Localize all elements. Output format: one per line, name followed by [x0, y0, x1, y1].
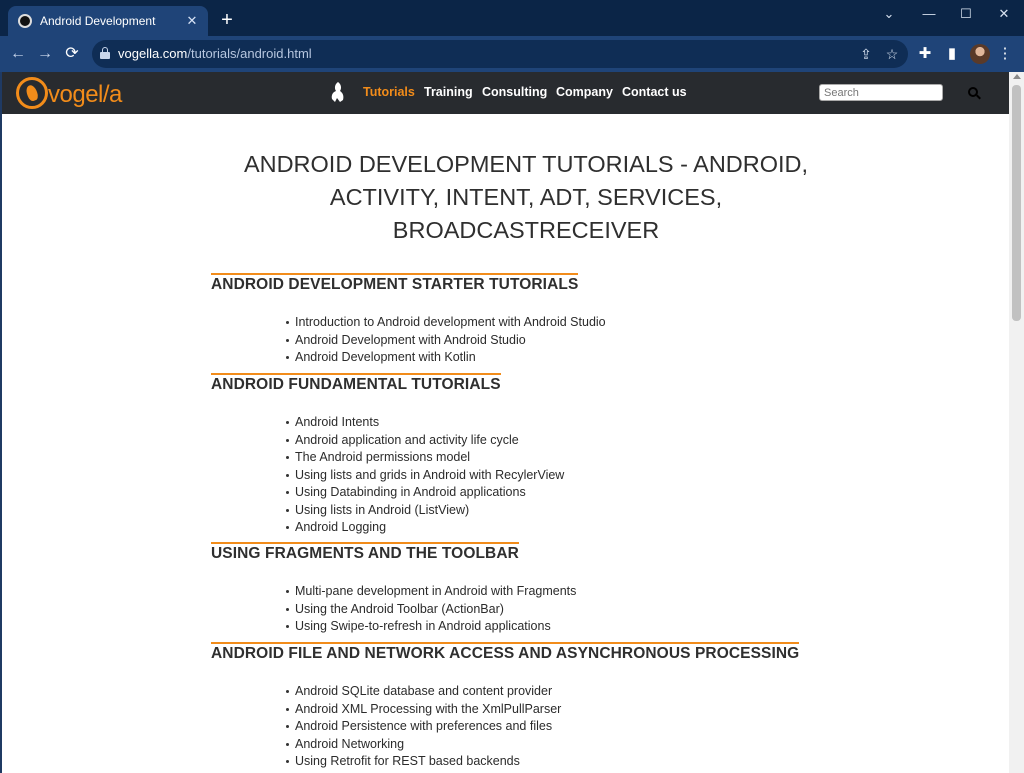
section-title: ANDROID FILE AND NETWORK ACCESS AND ASYN…	[211, 642, 800, 663]
minimize-button[interactable]: —	[909, 0, 949, 28]
tutorial-link[interactable]: Android Development with Kotlin	[295, 350, 476, 364]
side-panel-icon[interactable]: ▮	[942, 44, 962, 64]
list-item: Using Databinding in Android application…	[286, 484, 564, 502]
forward-button[interactable]: →	[35, 44, 55, 64]
list-item: Using Retrofit for REST based backends	[286, 753, 799, 771]
browser-toolbar: ← → ⟳ vogella.com/tutorials/android.html…	[0, 36, 1024, 72]
section-title: ANDROID DEVELOPMENT STARTER TUTORIALS	[211, 273, 579, 294]
tutorial-link[interactable]: Android Intents	[295, 415, 379, 429]
new-tab-button[interactable]: +	[216, 9, 238, 31]
nav-training[interactable]: Training	[424, 85, 473, 99]
extensions-icon[interactable]: ✚	[915, 44, 935, 64]
list-item: Android Persistence with preferences and…	[286, 718, 799, 736]
tutorial-link[interactable]: Android Persistence with preferences and…	[295, 719, 552, 733]
list-item: Android XML Processing with the XmlPullP…	[286, 701, 799, 719]
url-text: vogella.com/tutorials/android.html	[118, 46, 312, 61]
nav-tutorials[interactable]: Tutorials	[363, 85, 415, 99]
tutorial-link[interactable]: The Android permissions model	[295, 450, 470, 464]
section-title: ANDROID FUNDAMENTAL TUTORIALS	[211, 373, 501, 394]
tutorial-link[interactable]: Multi-pane development in Android with F…	[295, 584, 576, 598]
search-icon[interactable]	[968, 87, 982, 101]
tutorial-link[interactable]: Android Logging	[295, 520, 386, 534]
page-viewport: vogel/a Tutorials Training Consulting Co…	[2, 72, 1009, 773]
tutorial-link[interactable]: Android Networking	[295, 737, 404, 751]
list-item: Android Intents	[286, 414, 564, 432]
nav-consulting[interactable]: Consulting	[482, 85, 547, 99]
bookmark-star-icon[interactable]: ☆	[883, 45, 901, 63]
section-fundamental: ANDROID FUNDAMENTAL TUTORIALS Android In…	[211, 373, 564, 537]
reload-button[interactable]: ⟳	[62, 44, 82, 64]
list-item: Multi-pane development in Android with F…	[286, 583, 576, 601]
nav-company[interactable]: Company	[556, 85, 613, 99]
tab-strip: Android Development ✕ + ⌄ — ☐ ✕	[0, 0, 1024, 36]
lock-icon[interactable]	[100, 47, 110, 59]
tutorial-list: Android SQLite database and content prov…	[286, 683, 799, 771]
list-item: Android application and activity life cy…	[286, 432, 564, 450]
page-title: ANDROID DEVELOPMENT TUTORIALS - ANDROID,…	[243, 151, 809, 243]
tutorial-link[interactable]: Using lists and grids in Android with Re…	[295, 468, 564, 482]
vogella-logo-mark-icon	[16, 77, 48, 109]
section-starter: ANDROID DEVELOPMENT STARTER TUTORIALS In…	[211, 273, 606, 367]
tutorial-link[interactable]: Android XML Processing with the XmlPullP…	[295, 702, 561, 716]
tutorial-list: Android Intents Android application and …	[286, 414, 564, 537]
tutorial-list: Introduction to Android development with…	[286, 314, 606, 367]
site-search-input[interactable]	[819, 84, 943, 101]
list-item: Android Development with Kotlin	[286, 349, 606, 367]
list-item: Using lists in Android (ListView)	[286, 502, 564, 520]
tab-close-icon[interactable]: ✕	[184, 13, 200, 29]
tutorial-link[interactable]: Android Development with Android Studio	[295, 333, 526, 347]
browser-menu-icon[interactable]: ⋮	[995, 44, 1015, 64]
list-item: Using lists and grids in Android with Re…	[286, 467, 564, 485]
url-path: /tutorials/android.html	[187, 46, 312, 61]
section-title: USING FRAGMENTS AND THE TOOLBAR	[211, 542, 519, 563]
address-bar[interactable]: vogella.com/tutorials/android.html ⇪ ☆	[92, 40, 908, 68]
list-item: Android Networking	[286, 736, 799, 754]
list-item: Using Swipe-to-refresh in Android applic…	[286, 618, 576, 636]
profile-avatar[interactable]	[970, 44, 990, 64]
tutorial-link[interactable]: Using the Android Toolbar (ActionBar)	[295, 602, 504, 616]
close-window-button[interactable]: ✕	[984, 0, 1024, 28]
section-file-network: ANDROID FILE AND NETWORK ACCESS AND ASYN…	[211, 642, 800, 771]
tutorial-link[interactable]: Android SQLite database and content prov…	[295, 684, 552, 698]
list-item: Android Development with Android Studio	[286, 332, 606, 350]
tab-title: Android Development	[40, 14, 156, 28]
nav-contact-us[interactable]: Contact us	[622, 85, 687, 99]
tutorial-link[interactable]: Using lists in Android (ListView)	[295, 503, 469, 517]
maximize-button[interactable]: ☐	[946, 0, 986, 28]
tutorial-link[interactable]: Android application and activity life cy…	[295, 433, 519, 447]
tab-search-icon[interactable]: ⌄	[869, 0, 909, 28]
tutorial-link[interactable]: Using Swipe-to-refresh in Android applic…	[295, 619, 551, 633]
scroll-up-arrow-icon[interactable]	[1013, 74, 1021, 79]
vogella-logo[interactable]: vogel/a	[16, 75, 126, 111]
list-item: Android SQLite database and content prov…	[286, 683, 799, 701]
url-host: vogella.com	[118, 46, 188, 61]
favicon-icon	[18, 14, 32, 28]
tab-android-development[interactable]: Android Development ✕	[8, 6, 208, 36]
tutorial-link[interactable]: Using Retrofit for REST based backends	[295, 754, 520, 768]
tutorial-list: Multi-pane development in Android with F…	[286, 583, 576, 636]
share-icon[interactable]: ⇪	[857, 45, 875, 63]
list-item: Introduction to Android development with…	[286, 314, 606, 332]
logo-text: vogel/a	[48, 81, 122, 108]
tutorial-link[interactable]: Introduction to Android development with…	[295, 315, 606, 329]
section-fragments-toolbar: USING FRAGMENTS AND THE TOOLBAR Multi-pa…	[211, 542, 576, 636]
vertical-scrollbar[interactable]	[1009, 72, 1024, 773]
mascot-icon[interactable]	[329, 81, 347, 103]
back-button[interactable]: ←	[8, 44, 28, 64]
scrollbar-thumb[interactable]	[1012, 85, 1021, 321]
site-header: vogel/a Tutorials Training Consulting Co…	[2, 72, 1009, 114]
list-item: The Android permissions model	[286, 449, 564, 467]
list-item: Using the Android Toolbar (ActionBar)	[286, 601, 576, 619]
list-item: Android Logging	[286, 519, 564, 537]
tutorial-link[interactable]: Using Databinding in Android application…	[295, 485, 526, 499]
